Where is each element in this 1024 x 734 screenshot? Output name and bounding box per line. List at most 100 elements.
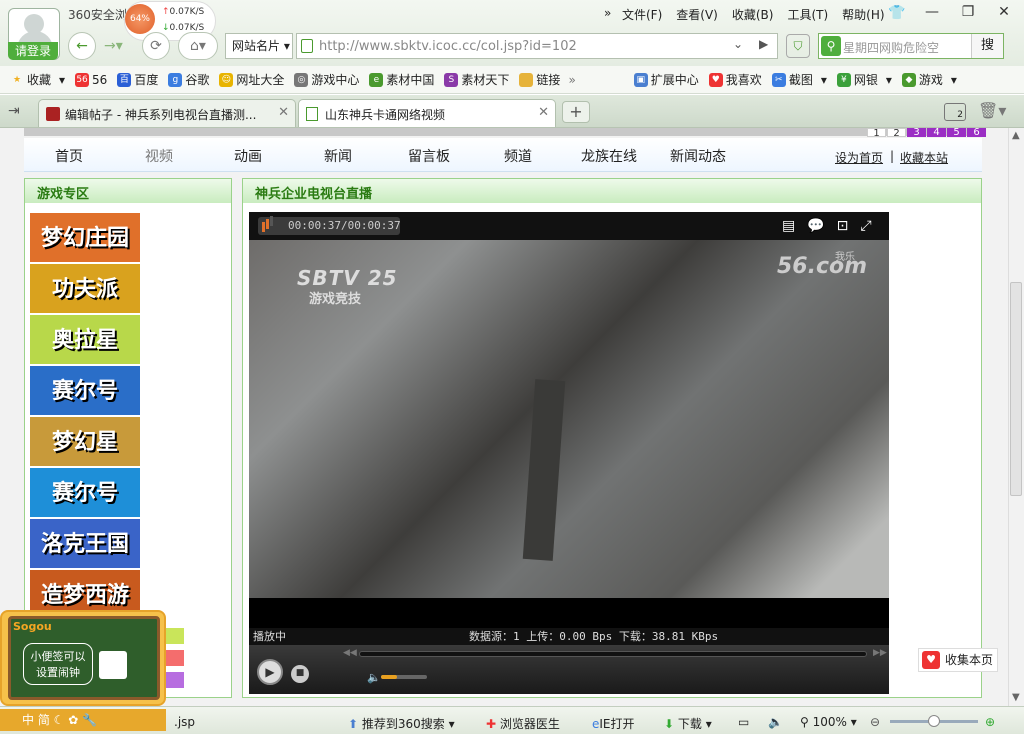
nav-animation[interactable]: 动画 — [234, 146, 262, 166]
settings-icon[interactable]: ⊡ — [837, 218, 849, 234]
game-thumb[interactable]: 赛尔号 — [30, 366, 140, 416]
back-button[interactable]: ← — [68, 32, 96, 60]
color-tab[interactable] — [166, 650, 184, 666]
page-4[interactable]: 4 — [927, 128, 946, 138]
menu-more-icon[interactable]: » — [604, 6, 611, 20]
page-1[interactable]: 1 — [867, 128, 886, 139]
close-tab-icon[interactable]: ✕ — [538, 105, 549, 120]
zoom-control[interactable]: ⚲ 100% ▾ — [800, 715, 857, 729]
window-icon[interactable]: ▭ — [738, 715, 749, 729]
rewind-icon[interactable]: ◀◀ — [343, 648, 357, 658]
menu-favorites[interactable]: 收藏(B) — [732, 6, 774, 23]
screenshot[interactable]: ✂ 截图 ▾ — [771, 71, 827, 88]
close-tab-icon[interactable]: ✕ — [278, 105, 289, 120]
skin-shirt-icon[interactable]: 👕 — [888, 5, 905, 21]
stop-button[interactable]: ■ — [291, 665, 309, 683]
login-button[interactable]: 请登录 — [8, 42, 58, 60]
set-homepage-link[interactable]: 设为首页 — [835, 149, 883, 166]
bookmark-google[interactable]: g 谷歌 — [168, 71, 209, 88]
shield-icon[interactable]: ⛉ — [786, 34, 810, 58]
scrollbar-thumb[interactable] — [1010, 282, 1022, 496]
nav-channel[interactable]: 频道 — [504, 146, 532, 166]
scroll-up-icon[interactable]: ▲ — [1012, 130, 1020, 141]
comment-icon[interactable]: 💬 — [807, 218, 824, 234]
games-menu[interactable]: ◆ 游戏 ▾ — [901, 71, 957, 88]
upload-icon: ⬆ — [348, 717, 359, 731]
trash-icon[interactable]: 🗑▾ — [978, 101, 1006, 120]
page-3[interactable]: 3 — [907, 128, 926, 138]
menu-help[interactable]: 帮助(H) — [842, 6, 884, 23]
zoom-slider-thumb[interactable] — [928, 715, 940, 727]
bookmark-favorites[interactable]: ★ 收藏 ▾ — [10, 71, 65, 88]
zoom-out-icon[interactable]: ⊖ — [870, 715, 880, 729]
playlist-icon[interactable]: ▤ — [782, 218, 795, 234]
url-text[interactable]: http://www.sbktv.icoc.cc/col.jsp?id=102 — [319, 39, 577, 54]
nav-guestbook[interactable]: 留言板 — [408, 146, 450, 166]
close-window-button[interactable]: ✕ — [986, 2, 1022, 24]
color-tab[interactable] — [166, 628, 184, 644]
recommend-360[interactable]: ⬆ 推荐到360搜索 ▾ — [348, 715, 455, 732]
address-bar[interactable]: http://www.sbktv.icoc.cc/col.jsp?id=102 … — [296, 33, 778, 59]
browser-doctor[interactable]: ✚ 浏览器医生 — [486, 715, 560, 732]
menu-view[interactable]: 查看(V) — [676, 6, 718, 23]
bookmark-sucai-world[interactable]: S 素材天下 — [444, 71, 509, 88]
nav-home[interactable]: 首页 — [55, 146, 83, 166]
bookmark-game-center[interactable]: ◎ 游戏中心 — [294, 71, 359, 88]
ie-open[interactable]: eIE打开 — [592, 715, 635, 732]
bookmark-56[interactable]: 56 56 — [75, 72, 107, 87]
site-card-dropdown[interactable]: 网站名片 ▾ — [225, 33, 293, 59]
restore-button[interactable]: ❐ — [950, 2, 986, 24]
ime-bar[interactable]: 中 简 ☾ ✿ 🔧 — [0, 709, 166, 731]
page-5[interactable]: 5 — [947, 128, 966, 138]
page-2[interactable]: 2 — [887, 128, 906, 139]
menu-tools[interactable]: 工具(T) — [787, 6, 828, 23]
bookmark-site-link[interactable]: 收藏本站 — [900, 149, 948, 166]
online-banking[interactable]: ¥ 网银 ▾ — [836, 71, 892, 88]
nav-news[interactable]: 新闻 — [324, 146, 352, 166]
game-thumb[interactable]: 洛克王国 — [30, 519, 140, 569]
refresh-button[interactable]: ⟳ — [142, 32, 170, 60]
scroll-down-icon[interactable]: ▼ — [1012, 692, 1020, 703]
download-button[interactable]: ⬇ 下载 ▾ — [664, 715, 712, 732]
exit-fullscreen-icon[interactable]: ⤢ — [860, 218, 871, 234]
game-thumb[interactable]: 功夫派 — [30, 264, 140, 314]
tab-edit-post[interactable]: 编辑帖子 - 神兵系列电视台直播测... ✕ — [38, 99, 296, 127]
page-6[interactable]: 6 — [967, 128, 986, 138]
go-icon[interactable]: ▶ — [759, 37, 768, 51]
game-thumb[interactable]: 梦幻星 — [30, 417, 140, 467]
play-button[interactable]: ▶ — [257, 659, 283, 685]
zoom-in-icon[interactable]: ⊕ — [985, 715, 995, 729]
game-thumb[interactable]: 赛尔号 — [30, 468, 140, 518]
search-button[interactable]: 搜 — [971, 34, 1003, 58]
game-thumb[interactable]: 梦幻庄园 — [30, 213, 140, 263]
nav-video[interactable]: 视频 — [145, 146, 173, 166]
bookmark-links[interactable]: 链接» — [519, 71, 576, 88]
minimize-button[interactable]: — — [914, 2, 950, 24]
speaker-icon[interactable]: 🔈 — [768, 715, 783, 729]
home-button[interactable]: ⌂▾ — [178, 32, 218, 60]
nav-news-updates[interactable]: 新闻动态 — [670, 146, 726, 166]
bookmark-baidu[interactable]: 百百度 — [117, 71, 158, 88]
forward-icon[interactable]: ▶▶ — [873, 648, 887, 658]
search-box[interactable]: ⚲ 星期四网购危险空 搜 — [818, 33, 1004, 59]
tab-list-icon[interactable]: 2 — [944, 103, 966, 121]
seek-bar[interactable] — [359, 651, 867, 657]
url-dropdown-icon[interactable]: ⌄ — [733, 37, 743, 51]
menu-file[interactable]: 文件(F) — [622, 6, 662, 23]
nav-dragon-online[interactable]: 龙族在线 — [581, 146, 637, 166]
bookmark-sucai-china[interactable]: e 素材中国 — [369, 71, 434, 88]
video-frame[interactable]: SBTV 25 游戏竞技 56.com 我乐 — [249, 240, 889, 598]
sidebar-toggle-icon[interactable]: ⇥ — [8, 103, 20, 119]
i-like[interactable]: ♥ 我喜欢 — [708, 71, 762, 88]
panel-title: 游戏专区 — [25, 179, 231, 203]
color-tab[interactable] — [166, 672, 184, 688]
search-input[interactable]: 星期四网购危险空 — [843, 39, 939, 56]
forward-button[interactable]: →▾ — [104, 38, 123, 54]
volume-icon[interactable]: 🔈 — [367, 671, 381, 684]
collect-page-button[interactable]: ♥ 收集本页 — [918, 648, 998, 672]
game-thumb[interactable]: 奥拉星 — [30, 315, 140, 365]
tab-shandong-video[interactable]: 山东神兵卡通网络视频 ✕ — [298, 99, 556, 127]
extension-center[interactable]: ▣ 扩展中心 — [633, 71, 699, 88]
bookmark-url-directory[interactable]: ☺ 网址大全 — [219, 71, 284, 88]
new-tab-button[interactable]: + — [562, 101, 590, 123]
